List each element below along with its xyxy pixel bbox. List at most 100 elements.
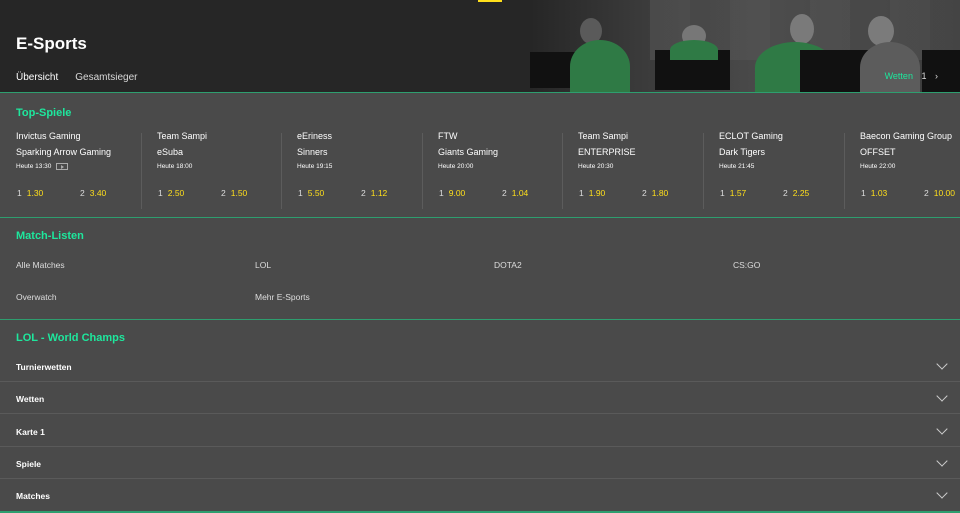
odd-value: 1.90	[588, 188, 606, 198]
header-tabs: Übersicht Gesamtsieger	[16, 72, 155, 89]
team-2-name: ENTERPRISE	[578, 147, 636, 157]
accordion-label: Turnierwetten	[16, 362, 72, 372]
odd-label: 2	[80, 188, 85, 198]
odd-button-2[interactable]: 2 10.00	[924, 188, 955, 198]
match-lists-section: Match-Listen Alle Matches LOL DOTA2 CS:G…	[0, 218, 960, 319]
odd-button-1[interactable]: 1 1.90	[579, 188, 605, 198]
chevron-down-icon	[936, 358, 948, 370]
odd-label: 2	[502, 188, 507, 198]
page-header: E-Sports Übersicht Gesamtsieger Wetten 1…	[0, 0, 960, 93]
odd-value: 5.50	[307, 188, 325, 198]
team-2-name: Dark Tigers	[719, 147, 766, 157]
team-2-name: eSuba	[157, 147, 184, 157]
odd-button-1[interactable]: 1 1.57	[720, 188, 746, 198]
link-overwatch[interactable]: Overwatch	[16, 292, 57, 302]
match-card[interactable]: FTW Giants Gaming Heute 20:00 1 9.00 2 1.04	[422, 129, 563, 207]
chevron-down-icon	[936, 423, 948, 435]
accordion-matches[interactable]: Matches	[0, 479, 960, 511]
odd-value: 1.80	[651, 188, 669, 198]
odd-button-2[interactable]: 2 1.04	[502, 188, 528, 198]
match-time: Heute 20:30	[578, 163, 613, 170]
odd-button-1[interactable]: 1 5.50	[298, 188, 324, 198]
chevron-down-icon	[936, 390, 948, 402]
top-accent-bar	[478, 0, 502, 2]
team-2-name: OFFSET	[860, 147, 896, 157]
lol-section-title: LOL - World Champs	[16, 332, 125, 344]
odd-value: 1.57	[729, 188, 747, 198]
odd-button-2[interactable]: 2 1.80	[642, 188, 668, 198]
match-card[interactable]: eEriness Sinners Heute 19:15 1 5.50 2 1.12	[281, 129, 422, 207]
odd-button-1[interactable]: 1 9.00	[439, 188, 465, 198]
team-1-name: eEriness	[297, 131, 333, 141]
link-mehr-esports[interactable]: Mehr E-Sports	[255, 292, 310, 302]
tab-uebersicht[interactable]: Übersicht	[16, 72, 58, 89]
odd-label: 2	[361, 188, 366, 198]
match-card[interactable]: Baecon Gaming Group OFFSET Heute 22:00 1 1.0…	[844, 129, 960, 207]
odd-value: 1.50	[230, 188, 248, 198]
link-csgo[interactable]: CS:GO	[733, 260, 760, 270]
accordion-turnierwetten[interactable]: Turnierwetten	[0, 350, 960, 382]
match-time-text: Heute 19:15	[297, 163, 333, 170]
match-card[interactable]: Team Sampi eSuba Heute 18:00 1 2.50 2 1.50	[141, 129, 282, 207]
link-alle-matches[interactable]: Alle Matches	[16, 260, 65, 270]
match-time: Heute 20:00	[438, 163, 473, 170]
link-dota2[interactable]: DOTA2	[494, 260, 522, 270]
tab-gesamtsieger[interactable]: Gesamtsieger	[75, 72, 137, 89]
odd-button-2[interactable]: 2 3.40	[80, 188, 106, 198]
odd-value: 1.30	[26, 188, 44, 198]
odd-value: 2.50	[167, 188, 185, 198]
lol-world-champs-section: LOL - World Champs Turnierwetten Wetten …	[0, 320, 960, 513]
match-time: Heute 13:30	[16, 163, 69, 171]
accordion-wetten[interactable]: Wetten	[0, 382, 960, 414]
link-lol[interactable]: LOL	[255, 260, 271, 270]
team-1-name: FTW	[438, 131, 458, 141]
match-time-text: Heute 21:45	[719, 163, 755, 170]
team-1-name: Team Sampi	[157, 131, 208, 141]
odd-label: 2	[783, 188, 788, 198]
odd-label: 2	[642, 188, 647, 198]
match-card[interactable]: Invictus Gaming Sparking Arrow Gaming Heut…	[0, 129, 141, 207]
odd-value: 1.12	[370, 188, 388, 198]
wetten-label: Wetten	[884, 71, 913, 81]
match-time-text: Heute 13:30	[16, 163, 52, 171]
accordion-label: Wetten	[16, 394, 45, 404]
odd-label: 1	[298, 188, 303, 198]
accordion-karte-1[interactable]: Karte 1	[0, 415, 960, 447]
match-time-text: Heute 20:00	[438, 163, 474, 170]
accordion-label: Spiele	[16, 459, 42, 469]
accordion-label: Matches	[16, 491, 51, 501]
odd-button-2[interactable]: 2 1.50	[221, 188, 247, 198]
team-2-name: Sparking Arrow Gaming	[16, 147, 112, 157]
odd-label: 1	[720, 188, 725, 198]
chevron-down-icon	[936, 455, 948, 467]
match-time-text: Heute 18:00	[157, 163, 193, 170]
esports-page: E-Sports Übersicht Gesamtsieger Wetten 1…	[0, 0, 960, 513]
match-time: Heute 18:00	[157, 163, 192, 170]
odd-label: 1	[579, 188, 584, 198]
match-time: Heute 19:15	[297, 163, 332, 170]
match-card[interactable]: ECLOT Gaming Dark Tigers Heute 21:45 1 1.57 2…	[703, 129, 844, 207]
match-time-text: Heute 22:00	[860, 163, 896, 170]
wetten-button[interactable]: Wetten 1 ›	[885, 71, 938, 81]
match-time-text: Heute 20:30	[578, 163, 614, 170]
team-2-name: Sinners	[297, 147, 328, 157]
odd-value: 1.04	[511, 188, 529, 198]
odd-button-1[interactable]: 1 2.50	[158, 188, 184, 198]
odd-button-2[interactable]: 2 2.25	[783, 188, 809, 198]
odd-value: 10.00	[933, 188, 956, 198]
accordion-spiele[interactable]: Spiele	[0, 447, 960, 479]
odd-label: 2	[221, 188, 226, 198]
team-2-name: Giants Gaming	[438, 147, 499, 157]
odd-label: 1	[439, 188, 444, 198]
team-1-name: Baecon Gaming Group	[860, 131, 953, 141]
accordion-label: Karte 1	[16, 427, 45, 437]
chevron-right-icon: ›	[935, 71, 938, 81]
live-tv-icon[interactable]	[56, 163, 69, 170]
odd-button-1[interactable]: 1 1.30	[17, 188, 43, 198]
match-card[interactable]: Team Sampi ENTERPRISE Heute 20:30 1 1.90 2 1.8…	[562, 129, 703, 207]
team-1-name: ECLOT Gaming	[719, 131, 783, 141]
odd-label: 2	[924, 188, 929, 198]
team-1-name: Invictus Gaming	[16, 131, 81, 141]
odd-button-1[interactable]: 1 1.03	[861, 188, 887, 198]
odd-button-2[interactable]: 2 1.12	[361, 188, 387, 198]
